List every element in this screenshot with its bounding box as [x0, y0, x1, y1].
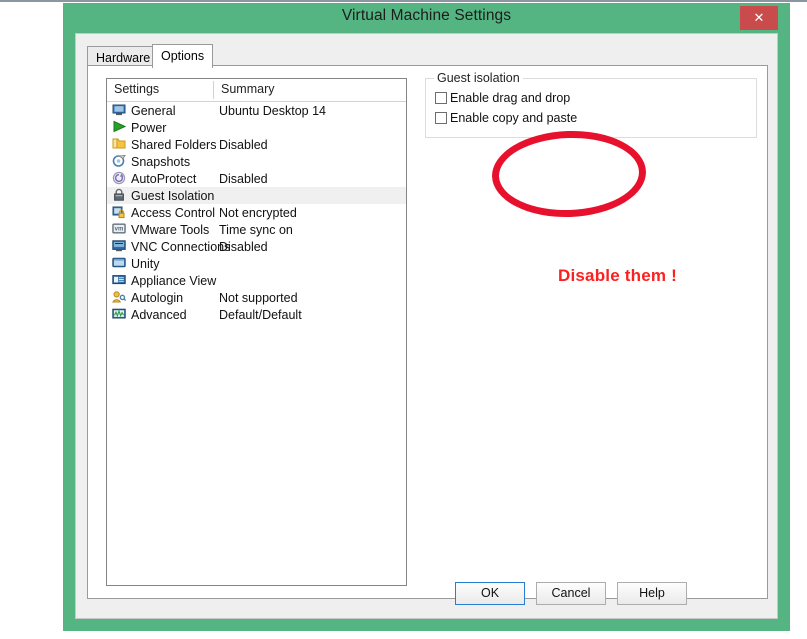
- dialog-client-area: Hardware Options Settings Summary Genera…: [75, 33, 778, 619]
- checkbox-label-copy-and-paste: Enable copy and paste: [450, 111, 578, 125]
- tab-hardware[interactable]: Hardware: [87, 46, 160, 65]
- settings-row-snapshots[interactable]: Snapshots: [107, 153, 406, 170]
- settings-row-label: Power: [131, 120, 167, 135]
- appliance-icon: [112, 273, 130, 288]
- lock-icon: [112, 188, 130, 203]
- settings-row-vmware-tools[interactable]: vm VMware Tools Time sync on: [107, 221, 406, 238]
- settings-row-label: Advanced: [131, 307, 187, 322]
- unity-icon: [112, 256, 130, 271]
- settings-row-summary: Ubuntu Desktop 14: [219, 103, 327, 118]
- monitor-icon: [112, 103, 130, 118]
- settings-row-label: Appliance View: [131, 273, 217, 288]
- window-title: Virtual Machine Settings: [341, 7, 512, 24]
- virtual-machine-settings-window: Virtual Machine Settings ✕ Hardware Opti…: [63, 3, 790, 631]
- vmware-tools-icon: vm: [112, 222, 130, 237]
- settings-row-unity[interactable]: Unity: [107, 255, 406, 272]
- guest-isolation-legend: Guest isolation: [434, 71, 523, 85]
- vnc-icon: [112, 239, 130, 254]
- settings-row-summary: Disabled: [219, 137, 268, 152]
- column-divider[interactable]: [213, 81, 214, 99]
- dialog-button-bar: OK Cancel Help: [76, 582, 777, 608]
- settings-row-label: Snapshots: [131, 154, 191, 169]
- settings-list-rows: General Ubuntu Desktop 14 Power Shared Fold…: [107, 102, 406, 323]
- checkbox-box-icon[interactable]: [435, 92, 447, 104]
- screen-top-rule: [0, 0, 807, 2]
- advanced-icon: [112, 307, 130, 322]
- settings-row-shared-folders[interactable]: Shared Folders Disabled: [107, 136, 406, 153]
- settings-row-summary: Default/Default: [219, 307, 302, 322]
- settings-row-summary: Not supported: [219, 290, 298, 305]
- checkbox-box-icon[interactable]: [435, 112, 447, 124]
- tab-options[interactable]: Options: [152, 44, 214, 68]
- tab-strip: Hardware Options: [87, 44, 767, 68]
- settings-row-summary: Time sync on: [219, 222, 293, 237]
- annotation-ellipse-highlight: [490, 128, 648, 220]
- settings-row-label: Autologin: [131, 290, 184, 305]
- settings-list[interactable]: Settings Summary General Ubuntu Desktop 1…: [106, 78, 407, 586]
- settings-row-label: AutoProtect: [131, 171, 197, 186]
- settings-row-power[interactable]: Power: [107, 119, 406, 136]
- settings-row-guest-isolation[interactable]: Guest Isolation: [107, 187, 406, 204]
- settings-row-summary: Not encrypted: [219, 205, 297, 220]
- window-title-bar: Virtual Machine Settings ✕: [63, 3, 790, 33]
- settings-row-vnc-connections[interactable]: VNC Connections Disabled: [107, 238, 406, 255]
- settings-row-label: VMware Tools: [131, 222, 210, 237]
- settings-row-general[interactable]: General Ubuntu Desktop 14: [107, 102, 406, 119]
- annotation-callout-text: Disable them !: [558, 266, 677, 285]
- guest-isolation-groupbox: Guest isolation Enable drag and drop Ena…: [425, 71, 757, 138]
- settings-row-label: VNC Connections: [131, 239, 231, 254]
- help-button[interactable]: Help: [617, 582, 687, 605]
- folder-icon: [112, 137, 130, 152]
- column-header-settings[interactable]: Settings: [114, 82, 159, 96]
- play-triangle-icon: [112, 120, 130, 135]
- checkbox-enable-copy-and-paste[interactable]: Enable copy and paste: [435, 111, 577, 125]
- column-header-summary[interactable]: Summary: [221, 82, 274, 96]
- settings-row-appliance-view[interactable]: Appliance View: [107, 272, 406, 289]
- settings-row-label: Shared Folders: [131, 137, 217, 152]
- checkbox-enable-drag-and-drop[interactable]: Enable drag and drop: [435, 91, 570, 105]
- settings-row-autoprotect[interactable]: AutoProtect Disabled: [107, 170, 406, 187]
- settings-row-advanced[interactable]: Advanced Default/Default: [107, 306, 406, 323]
- autoprotect-icon: [112, 171, 130, 186]
- options-tab-page: Settings Summary General Ubuntu Desktop 1…: [87, 65, 768, 599]
- settings-row-label: Access Control: [131, 205, 216, 220]
- settings-row-label: Guest Isolation: [131, 188, 215, 203]
- camera-icon: [112, 154, 130, 169]
- settings-row-label: General: [131, 103, 176, 118]
- ok-button[interactable]: OK: [455, 582, 525, 605]
- settings-row-autologin[interactable]: Autologin Not supported: [107, 289, 406, 306]
- cancel-button[interactable]: Cancel: [536, 582, 606, 605]
- svg-text:vm: vm: [115, 227, 124, 233]
- settings-row-summary: Disabled: [219, 239, 268, 254]
- close-icon[interactable]: ✕: [740, 6, 778, 30]
- access-control-icon: [112, 205, 130, 220]
- settings-list-header: Settings Summary: [107, 79, 406, 102]
- settings-row-access-control[interactable]: Access Control Not encrypted: [107, 204, 406, 221]
- autologin-icon: [112, 290, 130, 305]
- settings-row-summary: Disabled: [219, 171, 268, 186]
- settings-row-label: Unity: [131, 256, 160, 271]
- checkbox-label-drag-and-drop: Enable drag and drop: [450, 91, 571, 105]
